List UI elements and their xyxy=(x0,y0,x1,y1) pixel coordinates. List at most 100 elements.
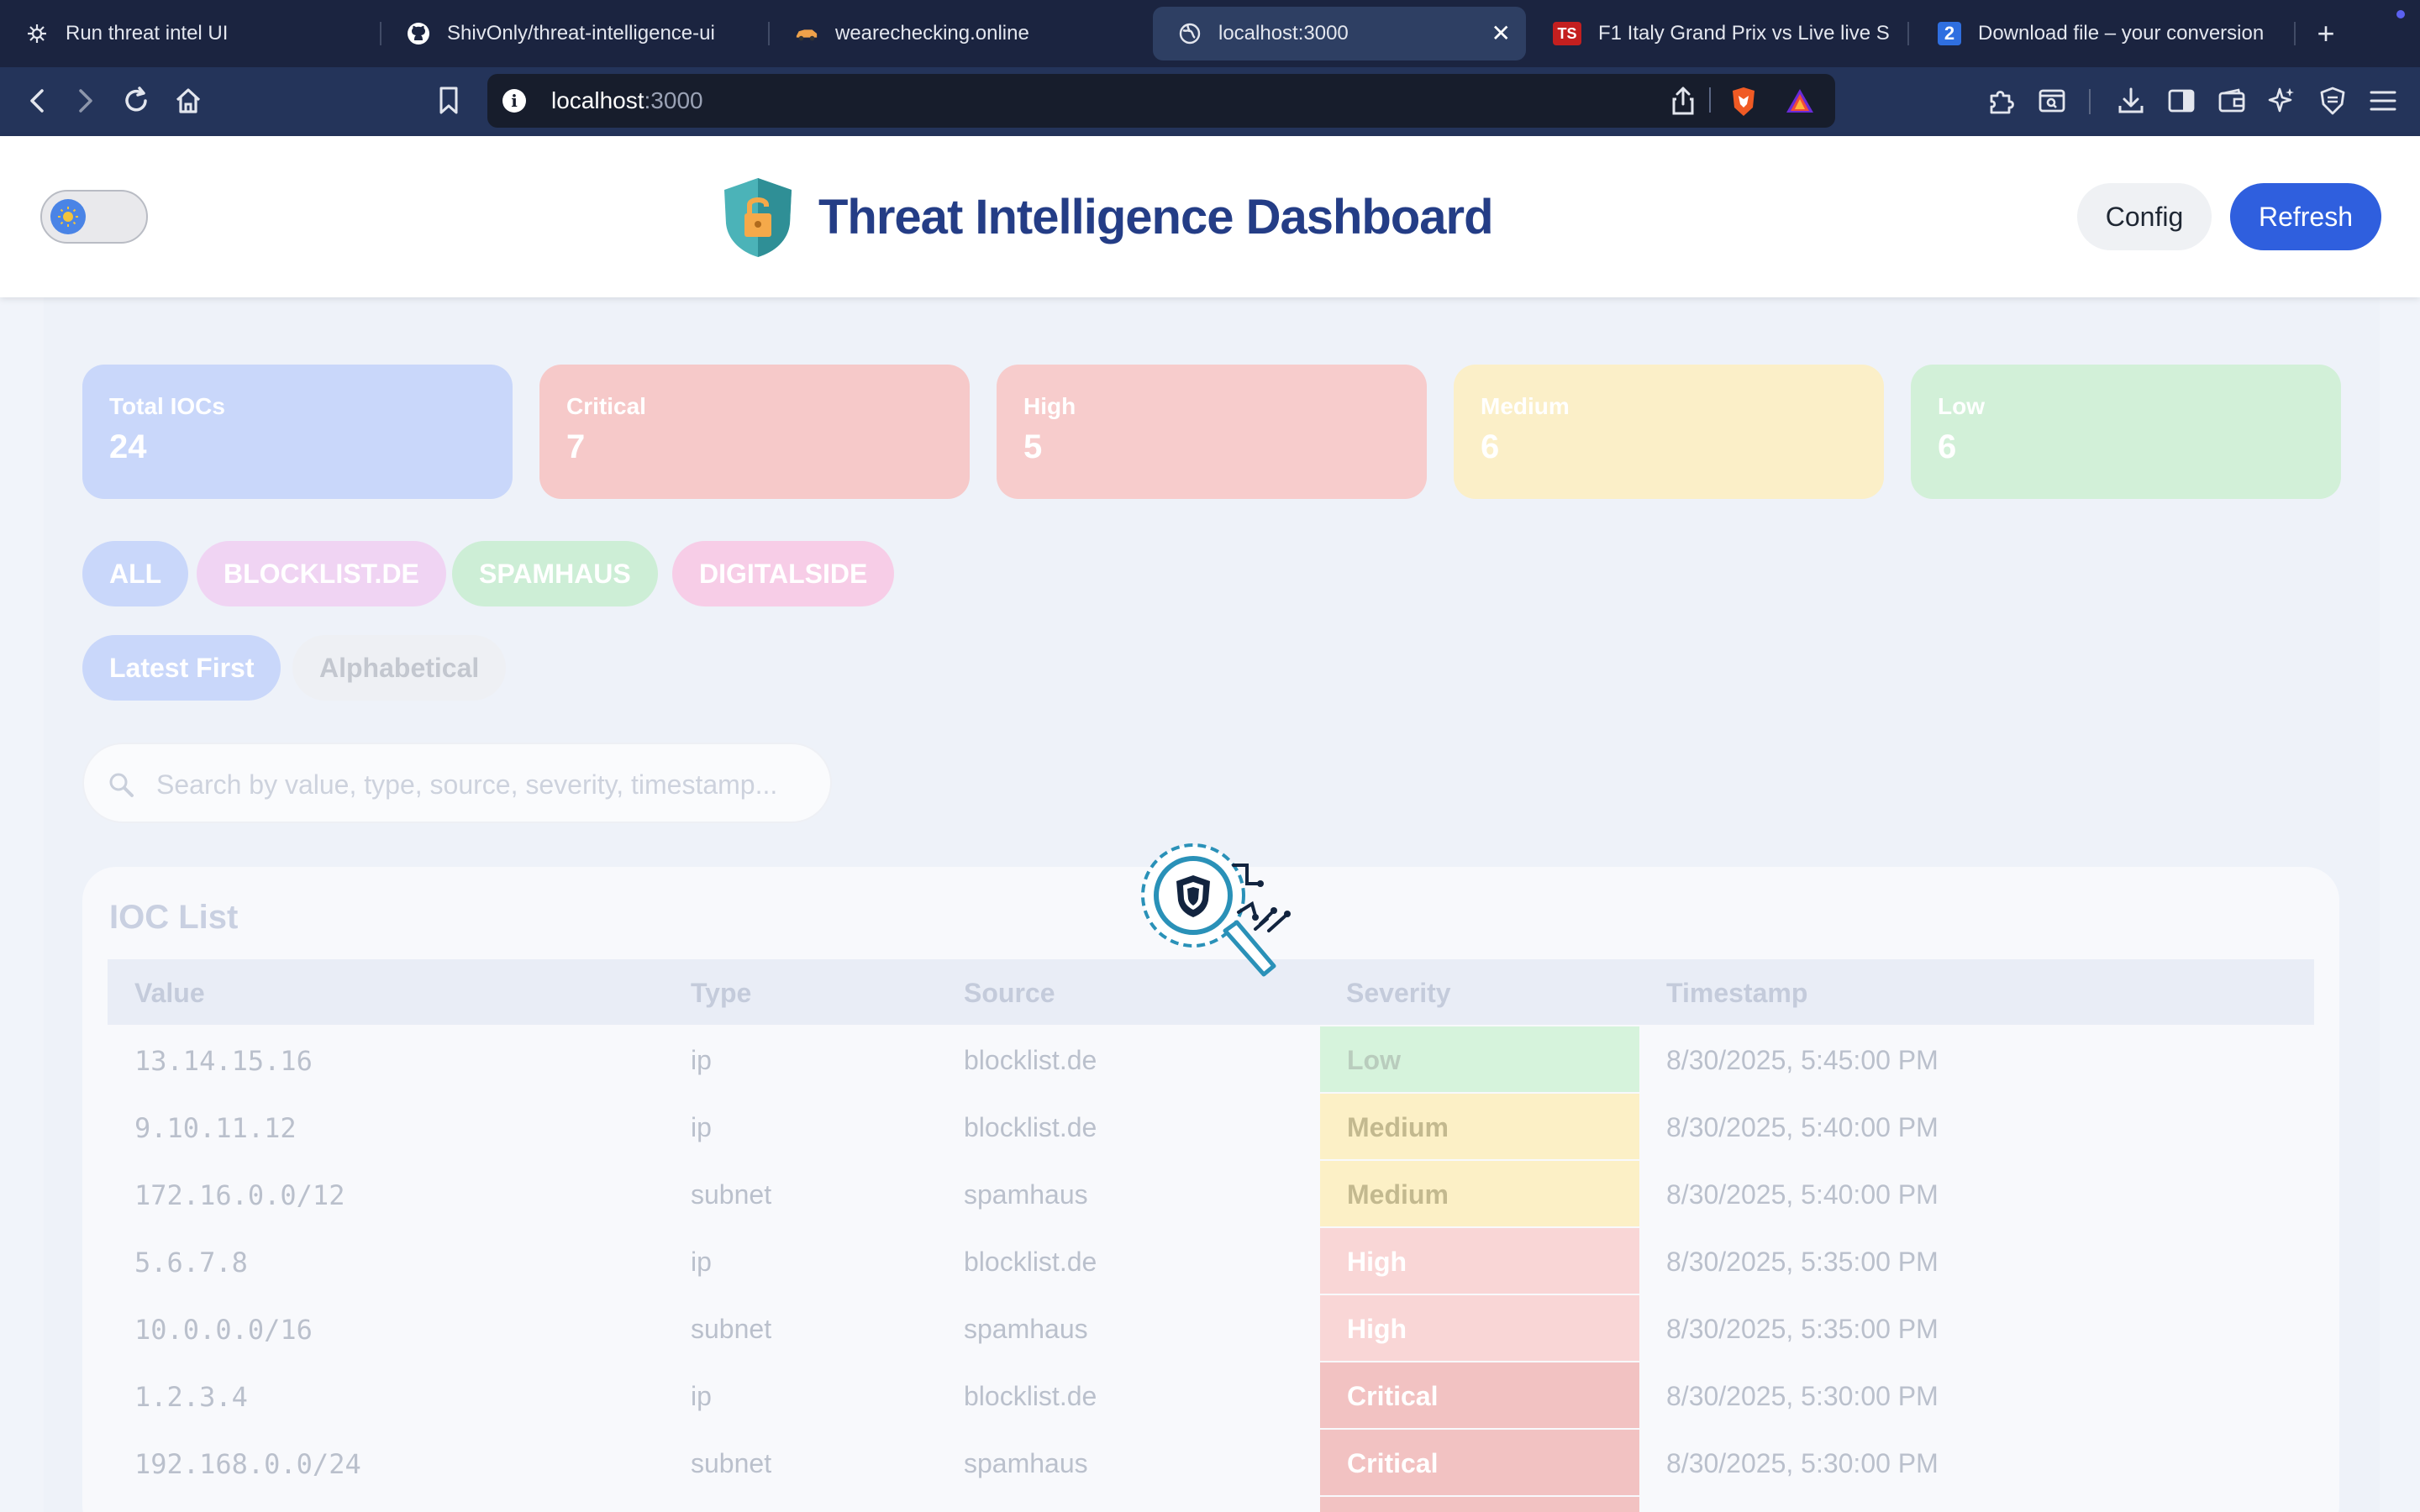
filter-digitalside[interactable]: DIGITALSIDE xyxy=(672,541,895,606)
reload-icon[interactable] xyxy=(119,84,153,118)
cell-value: 1.2.3.4 xyxy=(134,1381,248,1413)
sun-icon xyxy=(50,199,86,234)
sort-latest-first[interactable]: Latest First xyxy=(82,635,281,701)
cell-source: blocklist.de xyxy=(964,1247,1097,1277)
stat-label: Low xyxy=(1938,393,1985,419)
forward-icon[interactable] xyxy=(69,84,103,118)
search-input[interactable] xyxy=(156,761,812,808)
column-header-type[interactable]: Type xyxy=(691,978,751,1009)
filter-all[interactable]: ALL xyxy=(82,541,189,606)
theme-toggle[interactable] xyxy=(40,190,148,244)
stat-card-medium: Medium 6 xyxy=(1454,365,1884,499)
sidebar-icon[interactable] xyxy=(2165,84,2198,118)
tab-f1-live[interactable]: TS F1 Italy Grand Prix vs Live live S xyxy=(1529,7,1891,60)
table-row[interactable]: 10.0.0.0/16 subnet spamhaus High 8/30/20… xyxy=(108,1295,2314,1362)
table-row[interactable]: 172.16.0.0/12 subnet spamhaus Medium 8/3… xyxy=(108,1161,2314,1228)
table-row[interactable]: 192.168.0.0/24 subnet spamhaus Critical … xyxy=(108,1430,2314,1497)
back-icon[interactable] xyxy=(20,84,54,118)
address-bar[interactable]: i localhost:3000 xyxy=(487,74,1835,128)
cell-value: 10.0.0.0/16 xyxy=(134,1314,313,1346)
cell-type: ip xyxy=(691,1112,712,1142)
cell-source: spamhaus xyxy=(964,1448,1088,1478)
cell-source: blocklist.de xyxy=(964,1045,1097,1075)
close-tab-icon[interactable]: ✕ xyxy=(1491,22,1511,45)
openai-icon xyxy=(25,22,49,45)
severity-badge: Critical xyxy=(1320,1362,1639,1428)
tab-title: ShivOnly/threat-intelligence-ui xyxy=(447,22,715,45)
search-icon xyxy=(109,773,134,797)
github-icon xyxy=(407,22,430,45)
cell-timestamp: 8/30/2025, 5:30:00 PM xyxy=(1666,1448,1939,1478)
stat-value: 6 xyxy=(1481,428,1500,465)
menu-icon[interactable] xyxy=(2366,84,2400,118)
bookmark-icon[interactable] xyxy=(432,84,466,118)
search-box xyxy=(82,743,832,823)
download-2-icon: 2 xyxy=(1938,22,1961,45)
vpn-shield-icon[interactable] xyxy=(2316,84,2349,118)
table-row[interactable]: 5.6.7.8 ip blocklist.de High 8/30/2025, … xyxy=(108,1228,2314,1295)
column-header-value[interactable]: Value xyxy=(134,978,205,1009)
leo-ai-icon[interactable] xyxy=(2265,84,2299,118)
cell-value: 9.10.11.12 xyxy=(134,1112,297,1144)
cell-timestamp: 8/30/2025, 5:35:00 PM xyxy=(1666,1247,1939,1277)
table-row[interactable]: 1.2.3.4 ip blocklist.de Critical 8/30/20… xyxy=(108,1362,2314,1430)
shield-lock-logo xyxy=(724,178,792,257)
cell-type: ip xyxy=(691,1045,712,1075)
brave-rewards-icon[interactable] xyxy=(1785,87,1815,118)
config-button[interactable]: Config xyxy=(2077,183,2212,250)
ts-badge-text: TS xyxy=(1557,24,1577,42)
cell-type: ip xyxy=(691,1381,712,1411)
table-row[interactable]: 9.10.11.12 ip blocklist.de Medium 8/30/2… xyxy=(108,1094,2314,1161)
app-header: Threat Intelligence Dashboard Config Ref… xyxy=(0,136,2420,297)
site-info-icon[interactable]: i xyxy=(502,89,526,113)
cell-value: 13.14.15.16 xyxy=(134,1045,313,1077)
new-tab-button[interactable]: + xyxy=(2309,15,2343,52)
cell-value: 192.168.0.0/24 xyxy=(134,1448,361,1480)
home-icon[interactable] xyxy=(171,84,205,118)
stat-label: Total IOCs xyxy=(109,393,225,419)
stat-label: Medium xyxy=(1481,393,1570,419)
url-host: localhost xyxy=(551,87,644,113)
cell-type: subnet xyxy=(691,1448,772,1478)
car-icon xyxy=(795,22,818,45)
column-header-source[interactable]: Source xyxy=(964,978,1055,1009)
sort-alphabetical[interactable]: Alphabetical xyxy=(292,635,507,701)
column-header-timestamp[interactable]: Timestamp xyxy=(1666,978,1807,1009)
url-port: :3000 xyxy=(644,87,703,113)
refresh-button[interactable]: Refresh xyxy=(2230,183,2381,250)
browser-toolbar: i localhost:3000 xyxy=(0,67,2420,136)
two-badge-text: 2 xyxy=(1944,23,1955,44)
tab-download-file[interactable]: 2 Download file – your conversion xyxy=(1912,7,2279,60)
stat-card-critical: Critical 7 xyxy=(539,365,970,499)
cell-timestamp: 8/30/2025, 5:35:00 PM xyxy=(1666,1314,1939,1344)
severity-badge: Critical xyxy=(1320,1430,1639,1495)
downloads-icon[interactable] xyxy=(2114,84,2148,118)
tab-run-threat-intel[interactable]: Run threat intel UI xyxy=(0,7,370,60)
column-header-severity[interactable]: Severity xyxy=(1346,978,1451,1009)
wallet-icon[interactable] xyxy=(2215,84,2249,118)
brave-shield-icon[interactable] xyxy=(1729,86,1758,122)
share-icon[interactable] xyxy=(1670,86,1696,120)
tab-github[interactable]: ShivOnly/threat-intelligence-ui xyxy=(381,7,760,60)
tab-localhost[interactable]: localhost:3000 ✕ xyxy=(1153,7,1526,60)
ioc-list-title: IOC List xyxy=(109,899,239,936)
cell-value: 172.16.0.0/12 xyxy=(134,1179,345,1211)
extensions-icon[interactable] xyxy=(1985,84,2018,118)
stat-card-low: Low 6 xyxy=(1911,365,2341,499)
globe-icon xyxy=(1178,22,1202,45)
tab-wearechecking[interactable]: wearechecking.online xyxy=(770,7,1139,60)
cell-source: spamhaus xyxy=(964,1314,1088,1344)
tab-title: wearechecking.online xyxy=(835,22,1029,45)
search-tab-icon[interactable] xyxy=(2035,84,2069,118)
stat-value: 6 xyxy=(1938,428,1957,465)
filter-blocklist-de[interactable]: BLOCKLIST.DE xyxy=(197,541,446,606)
cell-timestamp: 8/30/2025, 5:40:00 PM xyxy=(1666,1112,1939,1142)
cell-source: spamhaus xyxy=(964,1179,1088,1210)
loading-magnifier-icon xyxy=(1141,843,1291,977)
severity-badge: Medium xyxy=(1320,1161,1639,1226)
table-row[interactable]: 13.14.15.16 ip blocklist.de Low 8/30/202… xyxy=(108,1026,2314,1094)
cell-source: blocklist.de xyxy=(964,1381,1097,1411)
cell-value: 5.6.7.8 xyxy=(134,1247,248,1278)
filter-spamhaus[interactable]: SPAMHAUS xyxy=(452,541,658,606)
tab-separator xyxy=(2294,22,2296,45)
